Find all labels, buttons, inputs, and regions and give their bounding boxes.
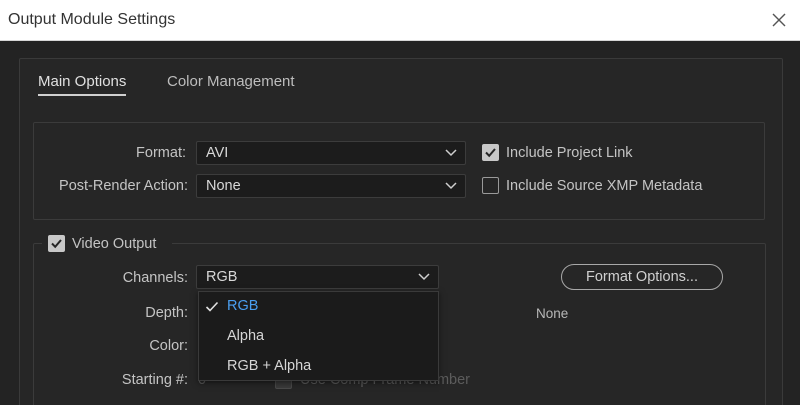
menu-item-label: RGB — [227, 298, 259, 314]
format-select[interactable]: AVI — [196, 141, 466, 165]
menu-item-alpha[interactable]: Alpha — [199, 322, 438, 352]
channels-label: Channels: — [122, 270, 188, 286]
channels-select[interactable]: RGB — [196, 265, 439, 289]
post-render-label: Post-Render Action: — [59, 178, 188, 194]
checkmark-icon — [485, 148, 496, 158]
depth-label: Depth: — [145, 305, 188, 321]
channels-value: RGB — [206, 269, 238, 285]
chevron-down-icon — [418, 273, 430, 281]
video-output-checkbox[interactable] — [48, 235, 65, 252]
title-bar: Output Module Settings — [0, 0, 800, 41]
include-xmp-label: Include Source XMP Metadata — [506, 178, 703, 194]
close-button[interactable] — [768, 9, 790, 31]
output-module-settings-dialog: Output Module Settings Main Options Colo… — [0, 0, 800, 405]
starting-number-label: Starting #: — [121, 372, 188, 388]
format-value: AVI — [206, 145, 229, 161]
video-output-label: Video Output — [72, 236, 157, 252]
format-options-button[interactable]: Format Options... — [561, 264, 723, 290]
include-project-link-label: Include Project Link — [506, 145, 633, 161]
chevron-down-icon — [445, 149, 457, 157]
format-group — [33, 122, 765, 220]
compression-none-text: None — [536, 306, 569, 321]
format-label: Format: — [136, 145, 186, 161]
color-label: Color: — [149, 338, 188, 354]
close-icon — [772, 13, 786, 27]
post-render-value: None — [206, 178, 241, 194]
menu-item-rgb-alpha[interactable]: RGB + Alpha — [199, 352, 438, 382]
menu-item-rgb[interactable]: RGB — [199, 292, 438, 322]
menu-item-label: RGB + Alpha — [227, 358, 312, 374]
tab-main-options[interactable]: Main Options — [38, 73, 127, 96]
checkmark-icon — [51, 239, 62, 249]
window-title: Output Module Settings — [8, 11, 176, 28]
post-render-select[interactable]: None — [196, 174, 466, 198]
include-xmp-checkbox[interactable] — [482, 177, 499, 194]
channels-dropdown-menu: RGB Alpha RGB + Alpha — [198, 291, 439, 381]
include-project-link-checkbox[interactable] — [482, 144, 499, 161]
tab-color-management[interactable]: Color Management — [167, 73, 295, 90]
checkmark-icon — [205, 301, 219, 312]
menu-item-label: Alpha — [227, 328, 265, 344]
chevron-down-icon — [445, 182, 457, 190]
